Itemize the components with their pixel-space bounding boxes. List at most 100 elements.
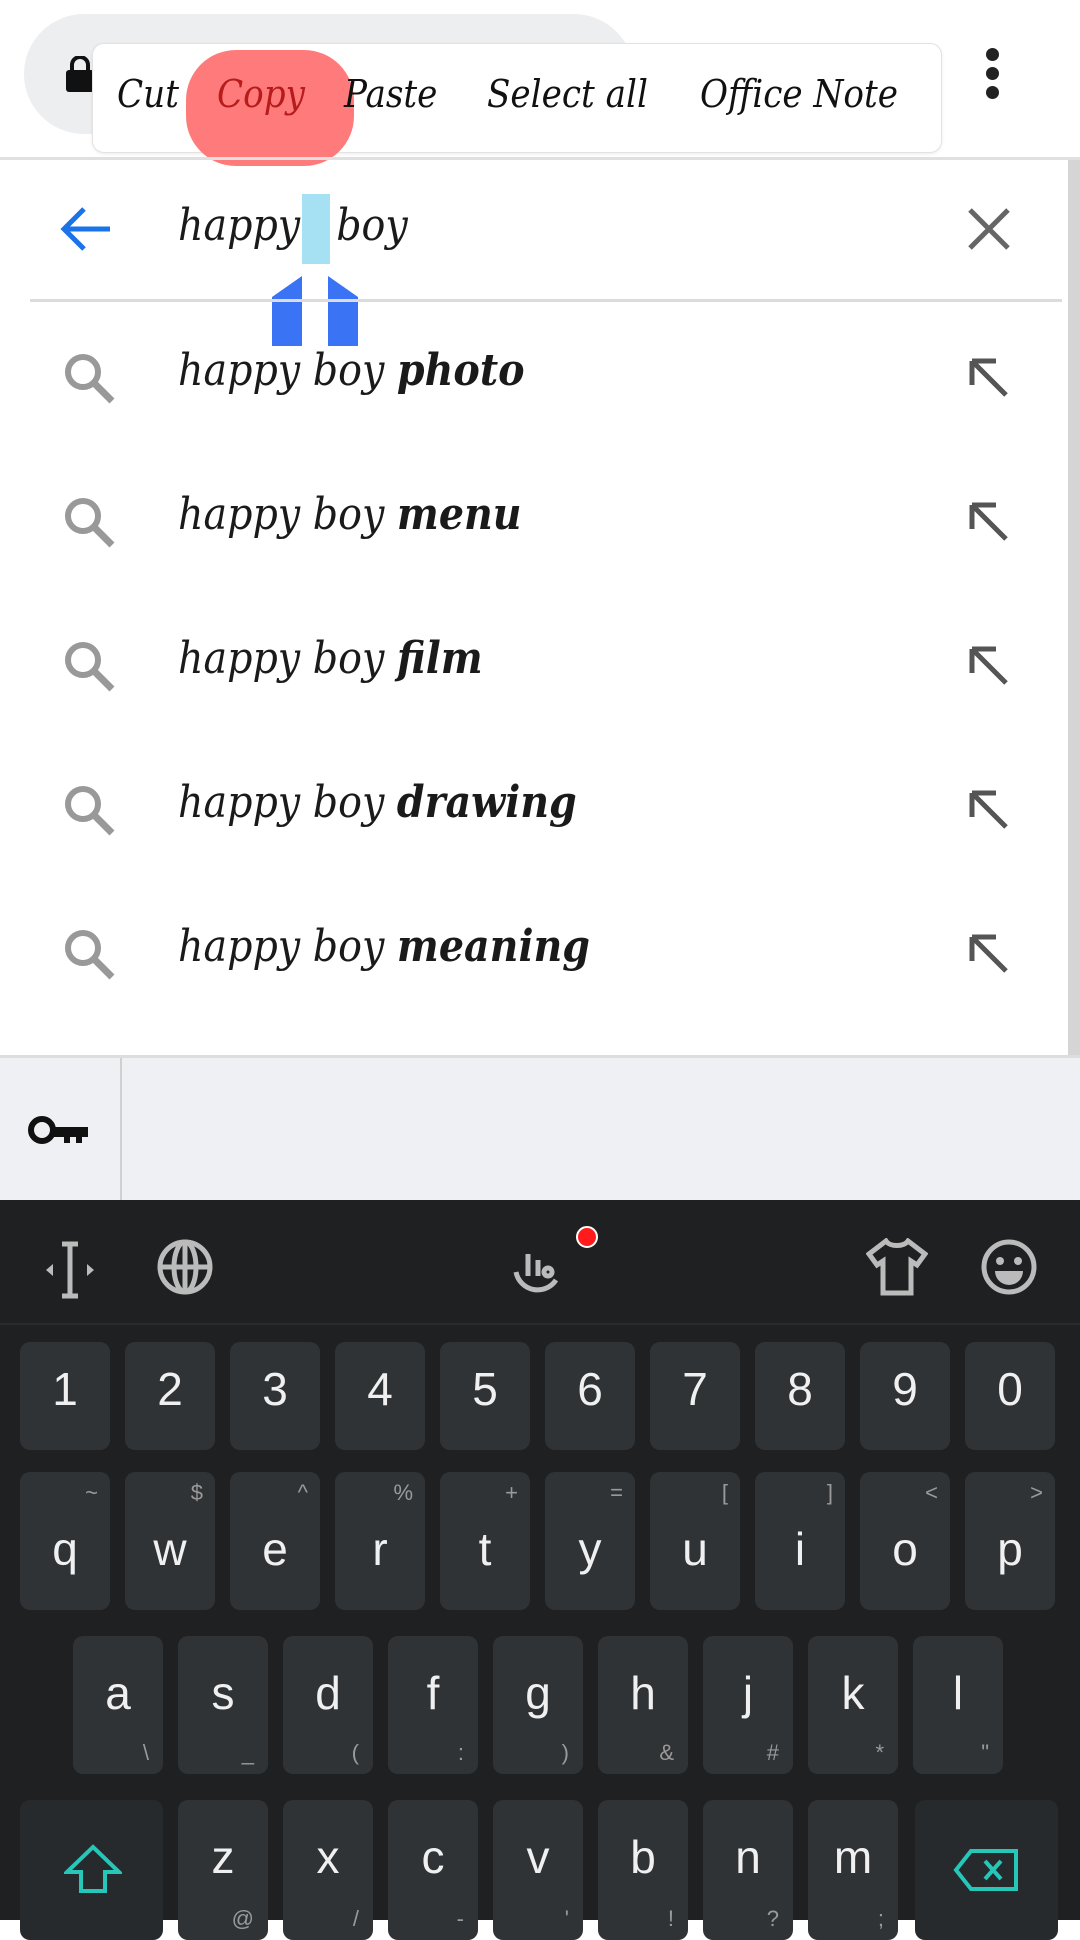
key-label: 4 xyxy=(367,1363,393,1415)
shift-icon xyxy=(64,1844,122,1893)
key-2[interactable]: 2 xyxy=(125,1342,215,1450)
key-w[interactable]: w $ xyxy=(125,1472,215,1610)
cut-menu-item[interactable]: Cut xyxy=(117,72,179,116)
more-options-icon[interactable] xyxy=(986,48,1000,100)
key-symbol: @ xyxy=(231,1906,254,1931)
shift-key[interactable] xyxy=(20,1800,163,1940)
key-label: 9 xyxy=(892,1363,918,1415)
key-a[interactable]: a \ xyxy=(73,1636,163,1774)
key-l[interactable]: l " xyxy=(913,1636,1003,1774)
key-9[interactable]: 9 xyxy=(860,1342,950,1450)
suggestion-text: happy boy meaning xyxy=(178,921,591,972)
key-label: 7 xyxy=(682,1363,708,1415)
key-u[interactable]: u[ xyxy=(650,1472,740,1610)
key-symbol: " xyxy=(981,1740,989,1765)
key-label: s xyxy=(211,1667,235,1719)
cursor-icon[interactable] xyxy=(44,1240,96,1300)
suggestion-item[interactable]: happy boy meaning xyxy=(0,881,1062,1021)
key-label: y xyxy=(578,1523,602,1575)
key-g[interactable]: g) xyxy=(493,1636,583,1774)
key-symbol: ) xyxy=(561,1740,569,1765)
key-7[interactable]: 7 xyxy=(650,1342,740,1450)
key-r[interactable]: r% xyxy=(335,1472,425,1610)
search-icon xyxy=(65,498,115,548)
key-symbol: ; xyxy=(877,1906,884,1931)
clear-icon[interactable] xyxy=(966,206,1012,252)
key-6[interactable]: 6 xyxy=(545,1342,635,1450)
key-symbol: % xyxy=(393,1480,413,1505)
key-z[interactable]: z @ xyxy=(178,1800,268,1940)
fill-query-arrow-icon[interactable] xyxy=(966,787,1010,831)
key-label: c xyxy=(421,1831,445,1883)
key-label: 8 xyxy=(787,1363,813,1415)
key-8[interactable]: 8 xyxy=(755,1342,845,1450)
key-symbol: ~ xyxy=(85,1480,98,1505)
theme-shirt-icon[interactable] xyxy=(866,1238,928,1296)
key-3[interactable]: 3 xyxy=(230,1342,320,1450)
suggestion-item[interactable]: happy boy film xyxy=(0,593,1062,733)
key-x[interactable]: x / xyxy=(283,1800,373,1940)
key-label: v xyxy=(526,1831,550,1883)
key-1[interactable]: 1 xyxy=(20,1342,110,1450)
key-symbol: ] xyxy=(826,1480,833,1505)
key-e[interactable]: e ^ xyxy=(230,1472,320,1610)
key-v[interactable]: v ' xyxy=(493,1800,583,1940)
key-symbol: / xyxy=(352,1906,359,1931)
copy-menu-item[interactable]: Copy xyxy=(217,72,305,116)
key-label: i xyxy=(794,1523,806,1575)
key-symbol: < xyxy=(925,1480,938,1505)
globe-icon[interactable] xyxy=(156,1238,214,1296)
suggestion-item[interactable]: happy boy photo xyxy=(0,305,1062,445)
key-label: g xyxy=(525,1667,551,1719)
search-input[interactable]: happy boy xyxy=(178,200,408,251)
key-5[interactable]: 5 xyxy=(440,1342,530,1450)
key-q[interactable]: q ~ xyxy=(20,1472,110,1610)
key-b[interactable]: b! xyxy=(598,1800,688,1940)
suggestion-item[interactable]: happy boy drawing xyxy=(0,737,1062,877)
suggestion-text: happy boy drawing xyxy=(178,777,577,828)
suggestion-text: happy boy film xyxy=(178,633,483,684)
key-0[interactable]: 0 xyxy=(965,1342,1055,1450)
emoji-icon[interactable] xyxy=(980,1238,1038,1296)
key-label: e xyxy=(262,1523,288,1575)
fill-query-arrow-icon[interactable] xyxy=(966,355,1010,399)
key-p[interactable]: p > xyxy=(965,1472,1055,1610)
autofill-bar xyxy=(0,1055,1080,1200)
fill-query-arrow-icon[interactable] xyxy=(966,643,1010,687)
key-i[interactable]: i] xyxy=(755,1472,845,1610)
lock-icon xyxy=(66,56,94,92)
key-n[interactable]: n? xyxy=(703,1800,793,1940)
key-y[interactable]: y = xyxy=(545,1472,635,1610)
key-label: b xyxy=(630,1831,656,1883)
suggestion-item[interactable]: happy boy menu xyxy=(0,449,1062,589)
search-icon xyxy=(65,930,115,980)
key-m[interactable]: m; xyxy=(808,1800,898,1940)
key-j[interactable]: j # xyxy=(703,1636,793,1774)
key-symbol: ( xyxy=(351,1740,359,1765)
fill-query-arrow-icon[interactable] xyxy=(966,499,1010,543)
key-label: h xyxy=(630,1667,656,1719)
key-4[interactable]: 4 xyxy=(335,1342,425,1450)
key-s[interactable]: s _ xyxy=(178,1636,268,1774)
office-note-menu-item[interactable]: Office Note xyxy=(700,72,898,116)
delete-key[interactable] xyxy=(915,1800,1058,1940)
back-arrow-icon[interactable] xyxy=(60,205,112,253)
key-t[interactable]: t + xyxy=(440,1472,530,1610)
fill-query-arrow-icon[interactable] xyxy=(966,931,1010,975)
key-icon[interactable] xyxy=(26,1110,92,1150)
key-o[interactable]: o < xyxy=(860,1472,950,1610)
key-d[interactable]: d( xyxy=(283,1636,373,1774)
key-c[interactable]: c- xyxy=(388,1800,478,1940)
select-all-menu-item[interactable]: Select all xyxy=(487,72,648,116)
key-k[interactable]: k * xyxy=(808,1636,898,1774)
key-label: w xyxy=(153,1523,187,1575)
key-f[interactable]: f: xyxy=(388,1636,478,1774)
divider xyxy=(0,157,1080,160)
key-label: k xyxy=(841,1667,865,1719)
touchpal-icon[interactable] xyxy=(512,1250,568,1300)
divider xyxy=(30,299,1062,302)
key-h[interactable]: h & xyxy=(598,1636,688,1774)
key-symbol: # xyxy=(766,1740,779,1765)
scrollbar[interactable] xyxy=(1068,160,1080,1060)
paste-menu-item[interactable]: Paste xyxy=(344,72,437,116)
